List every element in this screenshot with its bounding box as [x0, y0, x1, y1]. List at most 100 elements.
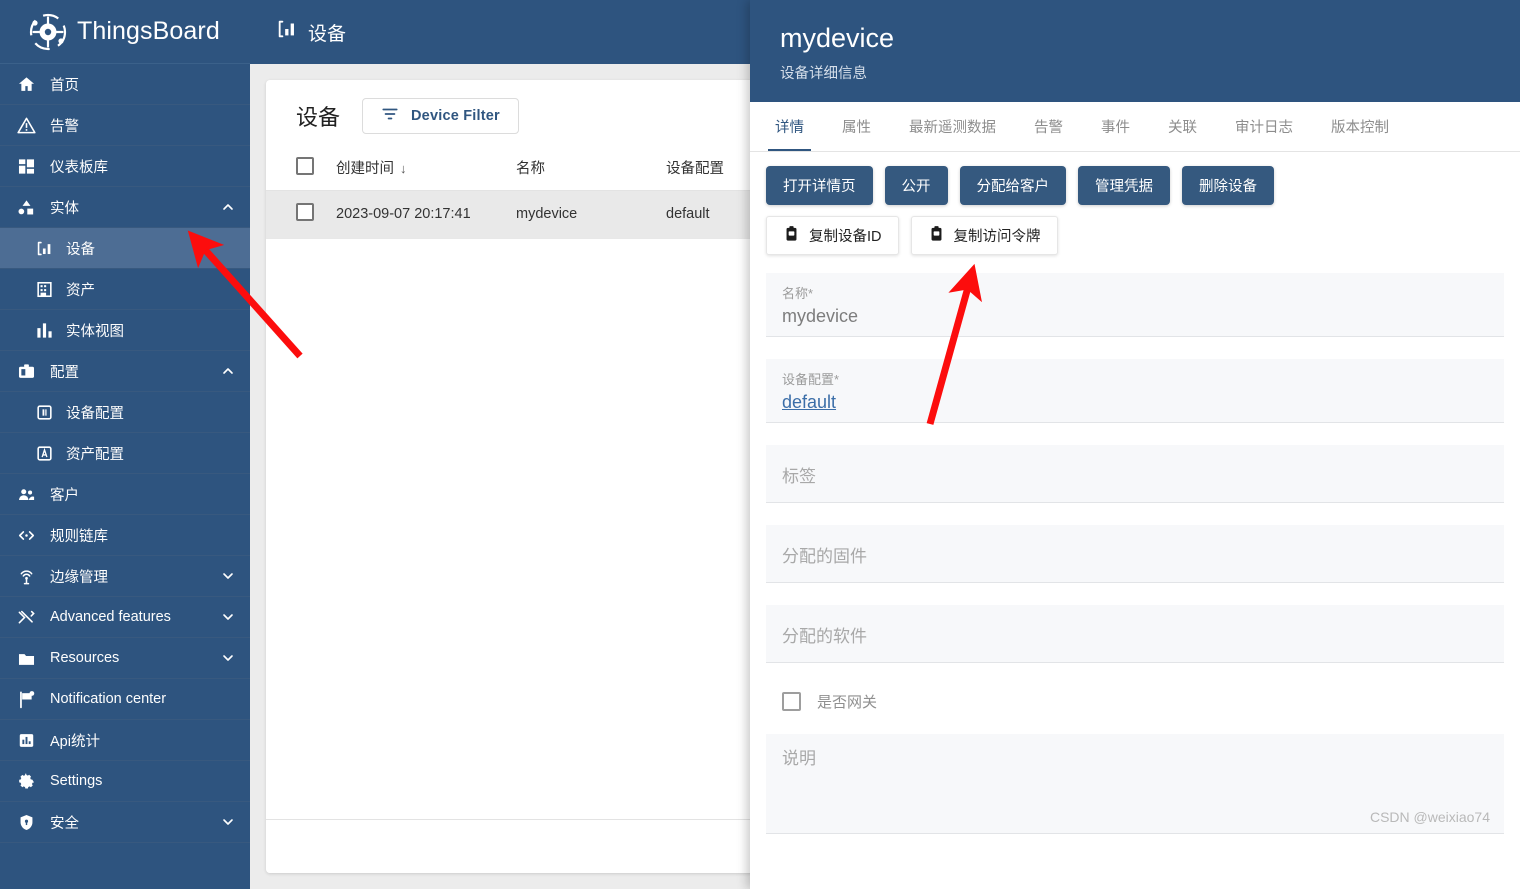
- device-filter-button[interactable]: Device Filter: [362, 98, 519, 134]
- sidebar-item-5[interactable]: 资产: [0, 269, 250, 310]
- detail-copy-action-1[interactable]: 复制访问令牌: [910, 216, 1058, 255]
- device-list-title: 设备: [296, 105, 341, 130]
- sidebar-item-label: 告警: [50, 118, 79, 135]
- api-usage-icon: [16, 730, 36, 750]
- select-all-cell: [266, 146, 336, 191]
- shield-icon: [16, 812, 36, 832]
- filter-icon: [381, 105, 399, 127]
- sidebar-item-2[interactable]: 仪表板库: [0, 146, 250, 187]
- entity-view-icon: [34, 320, 54, 340]
- detail-action-4[interactable]: 删除设备: [1182, 166, 1274, 205]
- detail-action-0[interactable]: 打开详情页: [766, 166, 873, 205]
- clipboard-icon: [783, 225, 800, 246]
- chevron-up-icon[interactable]: [220, 199, 236, 215]
- tab-3[interactable]: 告警: [1015, 102, 1082, 151]
- detail-action-2[interactable]: 分配给客户: [959, 166, 1066, 205]
- chevron-down-icon[interactable]: [220, 814, 236, 830]
- field-is-gateway[interactable]: 是否网关: [766, 685, 1504, 712]
- row-checkbox[interactable]: [296, 203, 314, 221]
- field-device-profile-value[interactable]: default: [782, 392, 1488, 413]
- field-assigned-firmware[interactable]: 分配的固件: [766, 525, 1504, 583]
- device-profile-icon: [34, 402, 54, 422]
- detail-secondary-actions: 复制设备ID 复制访问令牌: [750, 205, 1520, 255]
- tab-7[interactable]: 版本控制: [1312, 102, 1408, 151]
- sidebar-item-7[interactable]: 配置: [0, 351, 250, 392]
- sidebar-item-1[interactable]: 告警: [0, 105, 250, 146]
- entity-icon: [16, 197, 36, 217]
- detail-action-1[interactable]: 公开: [884, 166, 948, 205]
- field-description[interactable]: 说明 CSDN @weixiao74: [766, 734, 1504, 834]
- sidebar-item-label: 实体视图: [66, 323, 124, 340]
- sidebar-nav: 首页告警仪表板库实体 设备资产实体视图配置 设备配置资产配置客户 规则链库边缘管理 Ad…: [0, 64, 250, 843]
- tab-6[interactable]: 审计日志: [1216, 102, 1312, 151]
- sidebar-item-10[interactable]: 客户: [0, 474, 250, 515]
- tab-label: 最新遥测数据: [909, 120, 996, 136]
- sidebar-item-3[interactable]: 实体: [0, 187, 250, 228]
- sidebar-item-16[interactable]: Api统计: [0, 720, 250, 761]
- column-name[interactable]: 名称: [516, 146, 666, 191]
- detail-copy-action-label: 复制设备ID: [809, 229, 882, 245]
- tab-0[interactable]: 详情: [756, 102, 823, 151]
- sidebar-item-4[interactable]: 设备: [0, 228, 250, 269]
- alarm-icon: [16, 115, 36, 135]
- profile-icon: [16, 361, 36, 381]
- sidebar-item-18[interactable]: 安全: [0, 802, 250, 843]
- sidebar-item-14[interactable]: Resources: [0, 638, 250, 679]
- sidebar-item-17[interactable]: Settings: [0, 761, 250, 802]
- sidebar-item-8[interactable]: 设备配置: [0, 392, 250, 433]
- sidebar-item-9[interactable]: 资产配置: [0, 433, 250, 474]
- tab-1[interactable]: 属性: [823, 102, 890, 151]
- cell-name: mydevice: [516, 190, 666, 239]
- tab-label: 事件: [1101, 120, 1130, 136]
- asset-icon: [34, 279, 54, 299]
- tab-label: 关联: [1168, 120, 1197, 136]
- select-all-checkbox[interactable]: [296, 156, 314, 175]
- tab-label: 告警: [1034, 120, 1063, 136]
- tab-5[interactable]: 关联: [1149, 102, 1216, 151]
- sidebar-item-label: Notification center: [50, 691, 167, 707]
- chevron-down-icon[interactable]: [220, 609, 236, 625]
- sidebar-item-0[interactable]: 首页: [0, 64, 250, 105]
- column-created-time[interactable]: 创建时间 ↓: [336, 146, 516, 191]
- device-icon: [276, 18, 298, 46]
- sidebar-item-label: 资产: [66, 282, 95, 299]
- sidebar-item-label: 边缘管理: [50, 569, 108, 586]
- sidebar-item-15[interactable]: Notification center: [0, 679, 250, 720]
- detail-copy-action-label: 复制访问令牌: [953, 229, 1041, 245]
- sidebar-item-label: Api统计: [50, 733, 100, 750]
- field-assigned-software-placeholder: 分配的软件: [782, 626, 867, 646]
- is-gateway-checkbox[interactable]: [782, 692, 801, 711]
- tab-2[interactable]: 最新遥测数据: [890, 102, 1015, 151]
- sidebar-item-6[interactable]: 实体视图: [0, 310, 250, 351]
- detail-title: mydevice: [780, 23, 895, 53]
- brand[interactable]: ThingsBoard: [0, 0, 250, 64]
- chevron-down-icon[interactable]: [220, 650, 236, 666]
- clipboard-icon: [928, 225, 945, 246]
- sidebar-item-label: 仪表板库: [50, 159, 108, 176]
- detail-copy-action-0[interactable]: 复制设备ID: [766, 216, 899, 255]
- tab-label: 详情: [775, 120, 804, 136]
- detail-tabs: 详情 属性 最新遥测数据 告警 事件 关联 审计日志 版本控制: [750, 102, 1520, 152]
- detail-header: mydevice 设备详细信息: [750, 0, 1520, 102]
- sidebar-item-13[interactable]: Advanced features: [0, 597, 250, 638]
- chevron-up-icon[interactable]: [220, 363, 236, 379]
- sidebar-item-label: 资产配置: [66, 446, 124, 463]
- home-icon: [16, 74, 36, 94]
- sidebar-item-label: 首页: [50, 77, 79, 94]
- column-created-time-label: 创建时间: [336, 161, 394, 178]
- tab-label: 版本控制: [1331, 120, 1389, 136]
- field-name[interactable]: 名称* mydevice: [766, 273, 1504, 337]
- sidebar-item-12[interactable]: 边缘管理: [0, 556, 250, 597]
- device-form: 名称* mydevice 设备配置* default 标签 分配的固件 分配的软…: [750, 255, 1520, 834]
- advanced-features-icon: [16, 607, 36, 627]
- field-assigned-software[interactable]: 分配的软件: [766, 605, 1504, 663]
- sidebar: ThingsBoard 首页告警仪表板库实体 设备资产实体视图配置 设备配置资产配置…: [0, 0, 250, 889]
- chevron-down-icon[interactable]: [220, 568, 236, 584]
- field-label[interactable]: 标签: [766, 445, 1504, 503]
- tab-4[interactable]: 事件: [1082, 102, 1149, 151]
- detail-action-3[interactable]: 管理凭据: [1078, 166, 1170, 205]
- sidebar-item-11[interactable]: 规则链库: [0, 515, 250, 556]
- folder-icon: [16, 648, 36, 668]
- tab-label: 属性: [842, 120, 871, 136]
- field-device-profile[interactable]: 设备配置* default: [766, 359, 1504, 423]
